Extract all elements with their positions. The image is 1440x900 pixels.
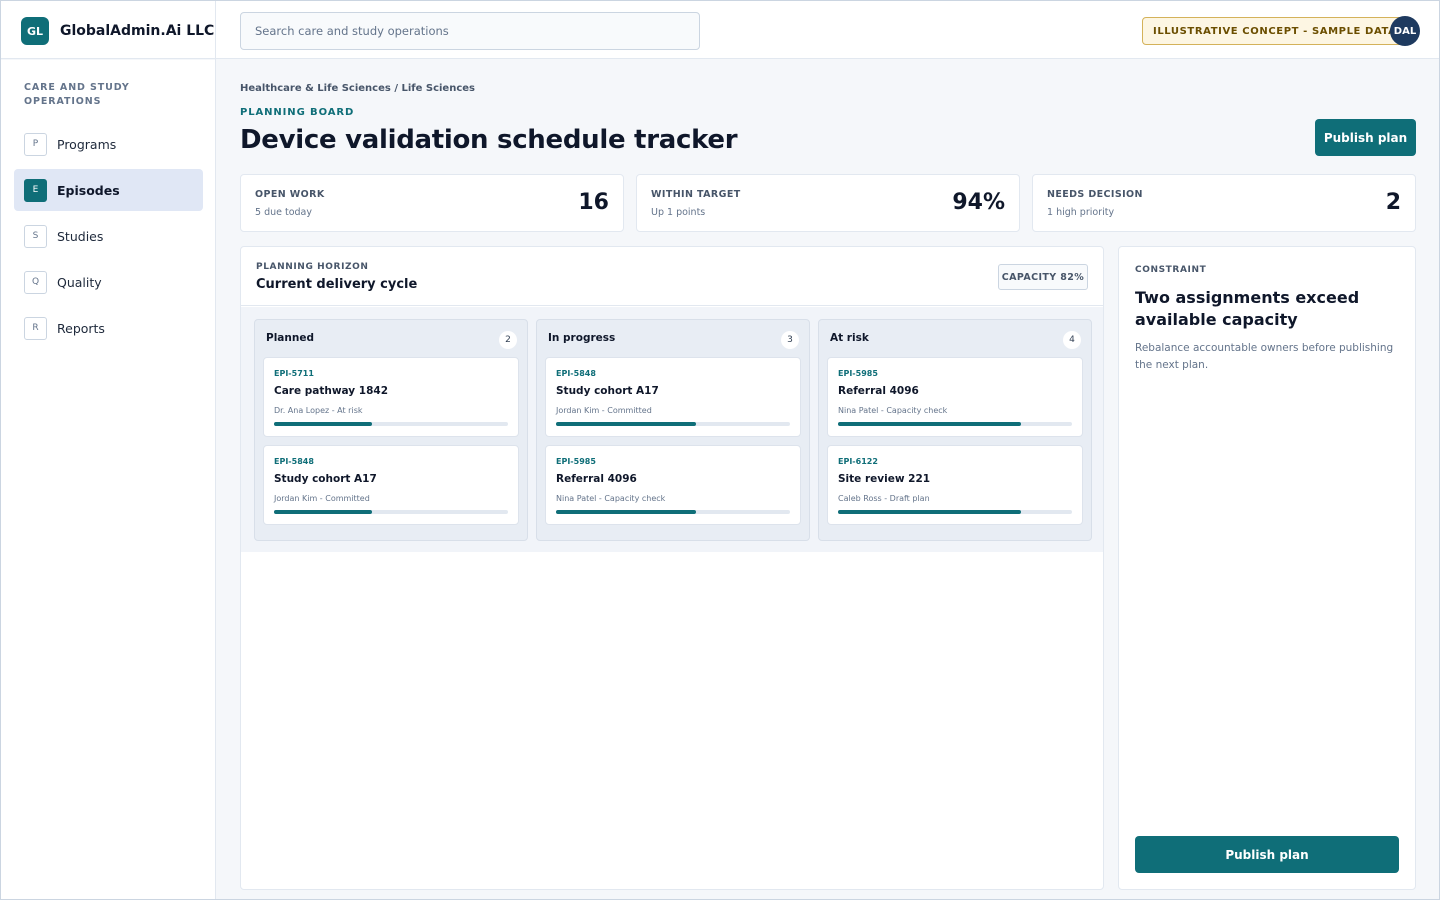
sidebar-heading: CARE AND STUDY OPERATIONS — [24, 82, 130, 107]
card-progress-track — [556, 422, 790, 426]
work-card[interactable]: EPI-6122 Site review 221 Caleb Ross - Dr… — [827, 445, 1083, 525]
episodes-letter-icon: E — [24, 178, 47, 202]
reports-letter-icon: R — [24, 316, 47, 340]
stat-label: OPEN WORK — [255, 189, 325, 200]
lane-title: In progress — [548, 332, 616, 344]
constraint-panel: CONSTRAINT Two assignments exceed availa… — [1118, 246, 1416, 890]
sidebar-divider — [215, 1, 216, 899]
top-bar: GL GlobalAdmin.Ai LLC ILLUSTRATIVE CONCE… — [1, 1, 1439, 59]
card-title: Study cohort A17 — [274, 473, 377, 485]
stat-value: 16 — [578, 190, 609, 215]
card-progress-fill — [274, 422, 373, 426]
stat-card-within-target: WITHIN TARGET Up 1 points 94% — [636, 174, 1020, 232]
card-id: EPI-5711 — [274, 369, 314, 378]
card-id: EPI-5848 — [274, 457, 314, 466]
card-progress-track — [556, 510, 790, 514]
sidebar-item-episodes[interactable]: E Episodes — [14, 169, 203, 211]
constraint-eyebrow: CONSTRAINT — [1135, 265, 1207, 275]
stat-label: NEEDS DECISION — [1047, 189, 1143, 200]
work-card[interactable]: EPI-5848 Study cohort A17 Jordan Kim - C… — [545, 357, 801, 437]
card-progress-fill — [274, 510, 373, 514]
card-id: EPI-5848 — [556, 369, 596, 378]
lane-count: 2 — [499, 331, 517, 349]
constraint-body: Rebalance accountable owners before publ… — [1135, 342, 1394, 371]
sidebar-item-label: Quality — [57, 274, 102, 290]
stat-subtext: Up 1 points — [651, 207, 706, 218]
sidebar-item-reports[interactable]: R Reports — [14, 307, 203, 349]
sidebar: CARE AND STUDY OPERATIONS P Programs E E… — [1, 60, 215, 899]
card-id: EPI-6122 — [838, 457, 878, 466]
work-card[interactable]: EPI-5848 Study cohort A17 Jordan Kim - C… — [263, 445, 519, 525]
card-progress-fill — [556, 510, 697, 514]
card-progress-track — [274, 510, 508, 514]
card-progress-track — [274, 422, 508, 426]
user-avatar[interactable]: DAL — [1390, 16, 1420, 46]
planning-board-panel: PLANNING HORIZON Current delivery cycle … — [240, 246, 1104, 890]
card-meta: Dr. Ana Lopez - At risk — [274, 406, 363, 415]
stat-card-needs-decision: NEEDS DECISION 1 high priority 2 — [1032, 174, 1416, 232]
card-meta: Jordan Kim - Committed — [274, 494, 370, 503]
brand-logo-icon: GL — [21, 17, 49, 45]
card-title: Care pathway 1842 — [274, 385, 389, 397]
stat-card-open-work: OPEN WORK 5 due today 16 — [240, 174, 624, 232]
work-card[interactable]: EPI-5985 Referral 4096 Nina Patel - Capa… — [827, 357, 1083, 437]
card-title: Referral 4096 — [556, 473, 637, 485]
card-title: Study cohort A17 — [556, 385, 659, 397]
brand[interactable]: GL GlobalAdmin.Ai LLC — [21, 17, 214, 45]
breadcrumb: Healthcare & Life Sciences / Life Scienc… — [240, 83, 475, 94]
sidebar-item-programs[interactable]: P Programs — [14, 123, 203, 165]
search-input[interactable] — [255, 24, 685, 38]
lane-at-risk: At risk 4 EPI-5985 Referral 4096 Nina Pa… — [818, 319, 1092, 541]
card-progress-fill — [556, 422, 697, 426]
card-progress-track — [838, 422, 1072, 426]
sidebar-item-quality[interactable]: Q Quality — [14, 261, 203, 303]
board-eyebrow: PLANNING HORIZON — [256, 262, 369, 272]
work-card[interactable]: EPI-5711 Care pathway 1842 Dr. Ana Lopez… — [263, 357, 519, 437]
sidebar-item-studies[interactable]: S Studies — [14, 215, 203, 257]
card-title: Site review 221 — [838, 473, 931, 485]
card-meta: Jordan Kim - Committed — [556, 406, 652, 415]
stat-value: 2 — [1385, 190, 1401, 215]
card-progress-track — [838, 510, 1072, 514]
stat-value: 94% — [952, 190, 1005, 215]
card-meta: Caleb Ross - Draft plan — [838, 494, 930, 503]
stat-label: WITHIN TARGET — [651, 189, 741, 200]
publish-plan-button[interactable]: Publish plan — [1315, 119, 1416, 156]
brand-name: GlobalAdmin.Ai LLC — [60, 23, 215, 39]
sidebar-item-label: Studies — [57, 228, 104, 244]
lane-in-progress: In progress 3 EPI-5848 Study cohort A17 … — [536, 319, 810, 541]
lane-title: At risk — [830, 332, 869, 344]
stat-subtext: 1 high priority — [1047, 207, 1115, 218]
sidebar-item-label: Programs — [57, 136, 117, 152]
card-title: Referral 4096 — [838, 385, 919, 397]
board-header: PLANNING HORIZON Current delivery cycle … — [241, 247, 1103, 306]
card-id: EPI-5985 — [556, 457, 596, 466]
page-title: Device validation schedule tracker — [240, 125, 738, 155]
lane-planned: Planned 2 EPI-5711 Care pathway 1842 Dr.… — [254, 319, 528, 541]
programs-letter-icon: P — [24, 132, 47, 156]
page-eyebrow: PLANNING BOARD — [240, 107, 355, 118]
studies-letter-icon: S — [24, 224, 47, 248]
search-box[interactable] — [240, 12, 700, 50]
lane-count: 4 — [1063, 331, 1081, 349]
constraint-title: Two assignments exceed available capacit… — [1135, 288, 1360, 329]
sample-data-badge: ILLUSTRATIVE CONCEPT - SAMPLE DATA — [1142, 17, 1408, 45]
lane-area: Planned 2 EPI-5711 Care pathway 1842 Dr.… — [241, 307, 1103, 552]
sidebar-item-label: Episodes — [57, 182, 120, 198]
stat-subtext: 5 due today — [255, 207, 312, 218]
quality-letter-icon: Q — [24, 270, 47, 294]
card-id: EPI-5985 — [838, 369, 878, 378]
capacity-chip: CAPACITY 82% — [998, 264, 1088, 290]
card-meta: Nina Patel - Capacity check — [556, 494, 666, 503]
card-meta: Nina Patel - Capacity check — [838, 406, 948, 415]
lane-title: Planned — [266, 332, 314, 344]
board-title: Current delivery cycle — [256, 277, 418, 292]
card-progress-fill — [838, 422, 1021, 426]
sidebar-item-label: Reports — [57, 320, 105, 336]
lane-count: 3 — [781, 331, 799, 349]
work-card[interactable]: EPI-5985 Referral 4096 Nina Patel - Capa… — [545, 445, 801, 525]
card-progress-fill — [838, 510, 1021, 514]
publish-plan-button-secondary[interactable]: Publish plan — [1135, 836, 1399, 873]
app-window: GL GlobalAdmin.Ai LLC ILLUSTRATIVE CONCE… — [0, 0, 1440, 900]
